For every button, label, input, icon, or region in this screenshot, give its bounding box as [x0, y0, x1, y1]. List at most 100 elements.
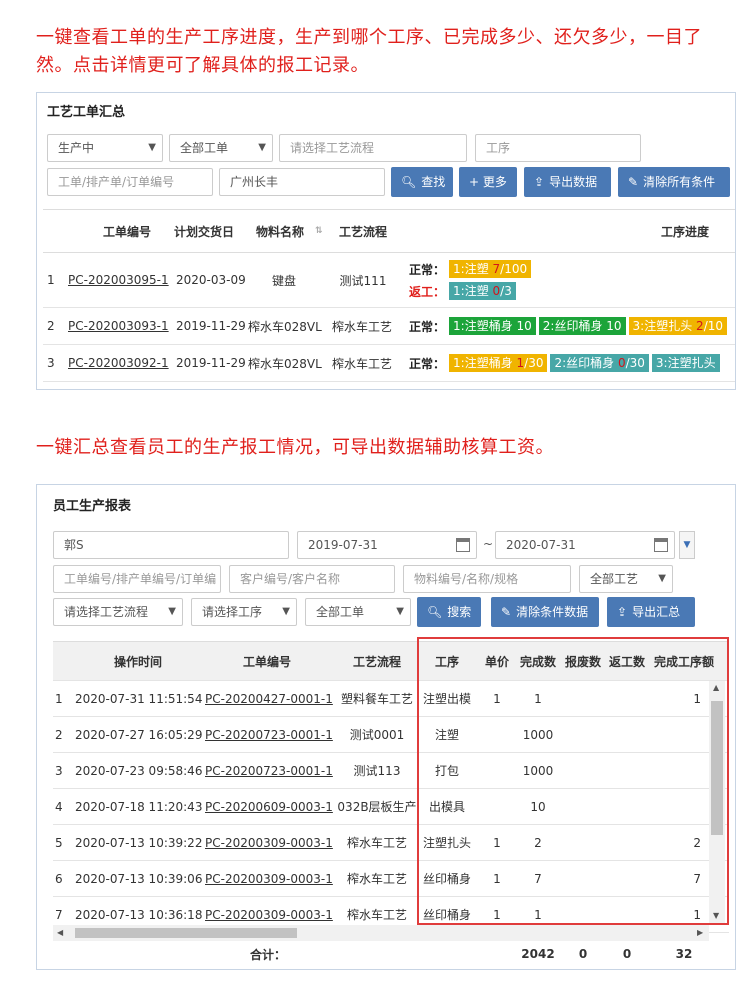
total-amount: 32 [675, 947, 693, 961]
process-select[interactable]: 请选择工序 ▼ [191, 598, 297, 626]
material-name: 榨水车028VL [248, 319, 322, 334]
normal-label: 正常： [409, 319, 446, 334]
sort-icon[interactable]: ⇅ [315, 210, 329, 252]
header-flow[interactable]: 工艺流程 [335, 642, 419, 680]
date-from-value: 2019-07-31 [308, 538, 378, 552]
order-number-link[interactable]: PC-20200309-0003-1 [205, 908, 333, 922]
table-row[interactable]: 2 PC-202003093-1 2019-11-29 榨水车028VL 榨水车… [43, 308, 735, 345]
header-order-no[interactable]: 工单编号 [203, 642, 331, 680]
search-button-label: 搜索 [447, 605, 472, 619]
date-to-input[interactable]: 2020-07-31 [495, 531, 675, 559]
work-order-summary-panel: 工艺工单汇总 生产中 ▼ 全部工单 ▼ 请选择工艺流程 工序 工单/排产单/订单… [36, 92, 736, 390]
progress-cell: 正常： 1:注塑 7/100 返工： 1:注塑 0/3 [409, 253, 735, 307]
header-progress[interactable]: 工序进度 [661, 210, 731, 252]
order-number-input[interactable]: 工单编号/排产单编号/订单编 [53, 565, 221, 593]
material-name: 键盘 [271, 273, 296, 288]
date-to-value: 2020-07-31 [506, 538, 576, 552]
order-number-input[interactable]: 工单/排产单/订单编号 [47, 168, 213, 196]
order-number-link[interactable]: PC-20200609-0003-1 [205, 800, 333, 814]
progress-tag[interactable]: 1:注塑桶身 1/30 [449, 354, 548, 372]
cell-time: 2020-07-18 11:20:43 [75, 799, 203, 814]
order-number-cell: PC-20200723-0001-1 [205, 717, 335, 752]
process-flow-select[interactable]: 请选择工艺流程 ▼ [53, 598, 183, 626]
order-number-link[interactable]: PC-20200723-0001-1 [205, 728, 333, 742]
employee-input[interactable]: 郭S [53, 531, 289, 559]
cell-flow: 榨水车工艺 [346, 836, 407, 850]
progress-tag[interactable]: 3:注塑扎头 2/10 [628, 317, 727, 335]
header-order-no[interactable]: 工单编号 [103, 210, 173, 252]
total-label: 合计： [249, 947, 286, 962]
header-flow[interactable]: 工艺流程 [339, 210, 399, 252]
scroll-left-icon[interactable]: ◀ [57, 928, 63, 937]
order-scope-select[interactable]: 全部工单 ▼ [169, 134, 273, 162]
status-select-value: 生产中 [58, 141, 95, 155]
middle-caption: 一键汇总查看员工的生产报工情况，可导出数据辅助核算工资。 [36, 437, 554, 458]
cell-flow: 测试0001 [349, 728, 405, 742]
progress-tag[interactable]: 1:注塑 7/100 [449, 260, 532, 278]
progress-tag[interactable]: 2:丝印桶身 0/30 [550, 354, 649, 372]
horizontal-scroll-thumb[interactable] [75, 928, 297, 938]
chevron-down-icon: ▼ [396, 606, 404, 617]
customer-input[interactable]: 客户编号/客户名称 [229, 565, 395, 593]
clear-conditions-label: 清除条件数据 [516, 605, 589, 619]
order-scope-select[interactable]: 全部工单 ▼ [305, 598, 411, 626]
export-data-label: 导出数据 [549, 175, 598, 189]
delivery-date: 2020-03-09 [176, 273, 246, 287]
order-number-link[interactable]: PC-20200427-0001-1 [205, 692, 333, 706]
progress-cell: 正常： 1:注塑桶身 10 2:丝印桶身 10 3:注塑扎头 2/10 [409, 308, 735, 344]
top-caption: 一键查看工单的生产工序进度，生产到哪个工序、已完成多少、还欠多少，一目了然。点击… [36, 27, 702, 76]
header-delivery[interactable]: 计划交货日 [174, 210, 254, 252]
panel-title: 工艺工单汇总 [47, 105, 126, 120]
normal-label: 正常： [409, 356, 446, 371]
export-data-button[interactable]: ⇪ 导出数据 [524, 167, 611, 197]
more-button-label: + 更多 [469, 175, 507, 189]
table-footer: 合计： 2042 0 0 32 [53, 941, 729, 967]
table-row[interactable]: 3 PC-202003092-1 2019-11-29 榨水车028VL 榨水车… [43, 345, 735, 382]
progress-tag[interactable]: 1:注塑桶身 10 [449, 317, 536, 335]
header-time[interactable]: 操作时间 [83, 642, 193, 680]
process-scope-select[interactable]: 全部工艺 ▼ [579, 565, 673, 593]
search-button[interactable]: 🔍︎ 查找 [391, 167, 453, 197]
export-summary-button[interactable]: ⇪ 导出汇总 [607, 597, 695, 627]
header-material[interactable]: 物料名称 [256, 210, 316, 252]
date-from-input[interactable]: 2019-07-31 [297, 531, 477, 559]
total-done: 2042 [521, 947, 555, 961]
progress-tag[interactable]: 1:注塑 0/3 [449, 282, 516, 300]
normal-label: 正常： [409, 262, 446, 277]
progress-tag[interactable]: 3:注塑扎头 [651, 354, 720, 372]
panel-title: 员工生产报表 [53, 499, 132, 514]
customer-input[interactable]: 广州长丰 [219, 168, 385, 196]
row-index: 2 [47, 319, 55, 333]
process-flow: 榨水车工艺 [332, 356, 393, 371]
export-icon: ⇪ [617, 605, 628, 619]
progress-tag[interactable]: 2:丝印桶身 10 [538, 317, 626, 335]
order-number-link[interactable]: PC-202003093-1 [68, 319, 169, 333]
total-scrap: 0 [578, 947, 588, 961]
cell-flow: 榨水车工艺 [346, 872, 407, 886]
process-input[interactable]: 工序 [475, 134, 641, 162]
more-button[interactable]: + 更多 [459, 167, 517, 197]
cell-idx: 6 [55, 871, 63, 886]
order-number-link[interactable]: PC-20200309-0003-1 [205, 872, 333, 886]
scroll-right-icon[interactable]: ▶ [697, 928, 703, 937]
search-icon: 🔍︎ [427, 605, 443, 619]
chevron-down-icon[interactable]: ▼ [679, 531, 695, 559]
status-select[interactable]: 生产中 ▼ [47, 134, 163, 162]
process-flow-input[interactable]: 请选择工艺流程 [279, 134, 467, 162]
clear-all-button[interactable]: ✎ 清除所有条件 [618, 167, 730, 197]
clear-conditions-button[interactable]: ✎ 清除条件数据 [491, 597, 599, 627]
calendar-icon[interactable] [654, 538, 668, 552]
order-number-cell: PC-20200309-0003-1 [205, 861, 335, 896]
material-input[interactable]: 物料编号/名称/规格 [403, 565, 571, 593]
order-number-link[interactable]: PC-202003092-1 [68, 356, 169, 370]
order-number-link[interactable]: PC-20200723-0001-1 [205, 764, 333, 778]
calendar-icon[interactable] [456, 538, 470, 552]
search-button[interactable]: 🔍︎ 搜索 [417, 597, 481, 627]
order-scope-value: 全部工单 [180, 141, 229, 155]
horizontal-scrollbar[interactable]: ◀ ▶ [53, 925, 709, 941]
order-number-link[interactable]: PC-202003095-1 [68, 273, 169, 287]
export-summary-label: 导出汇总 [632, 605, 681, 619]
cell-idx: 5 [55, 835, 63, 850]
order-number-link[interactable]: PC-20200309-0003-1 [205, 836, 333, 850]
table-row[interactable]: 1 PC-202003095-1 2020-03-09 键盘 测试111 正常：… [43, 253, 735, 308]
